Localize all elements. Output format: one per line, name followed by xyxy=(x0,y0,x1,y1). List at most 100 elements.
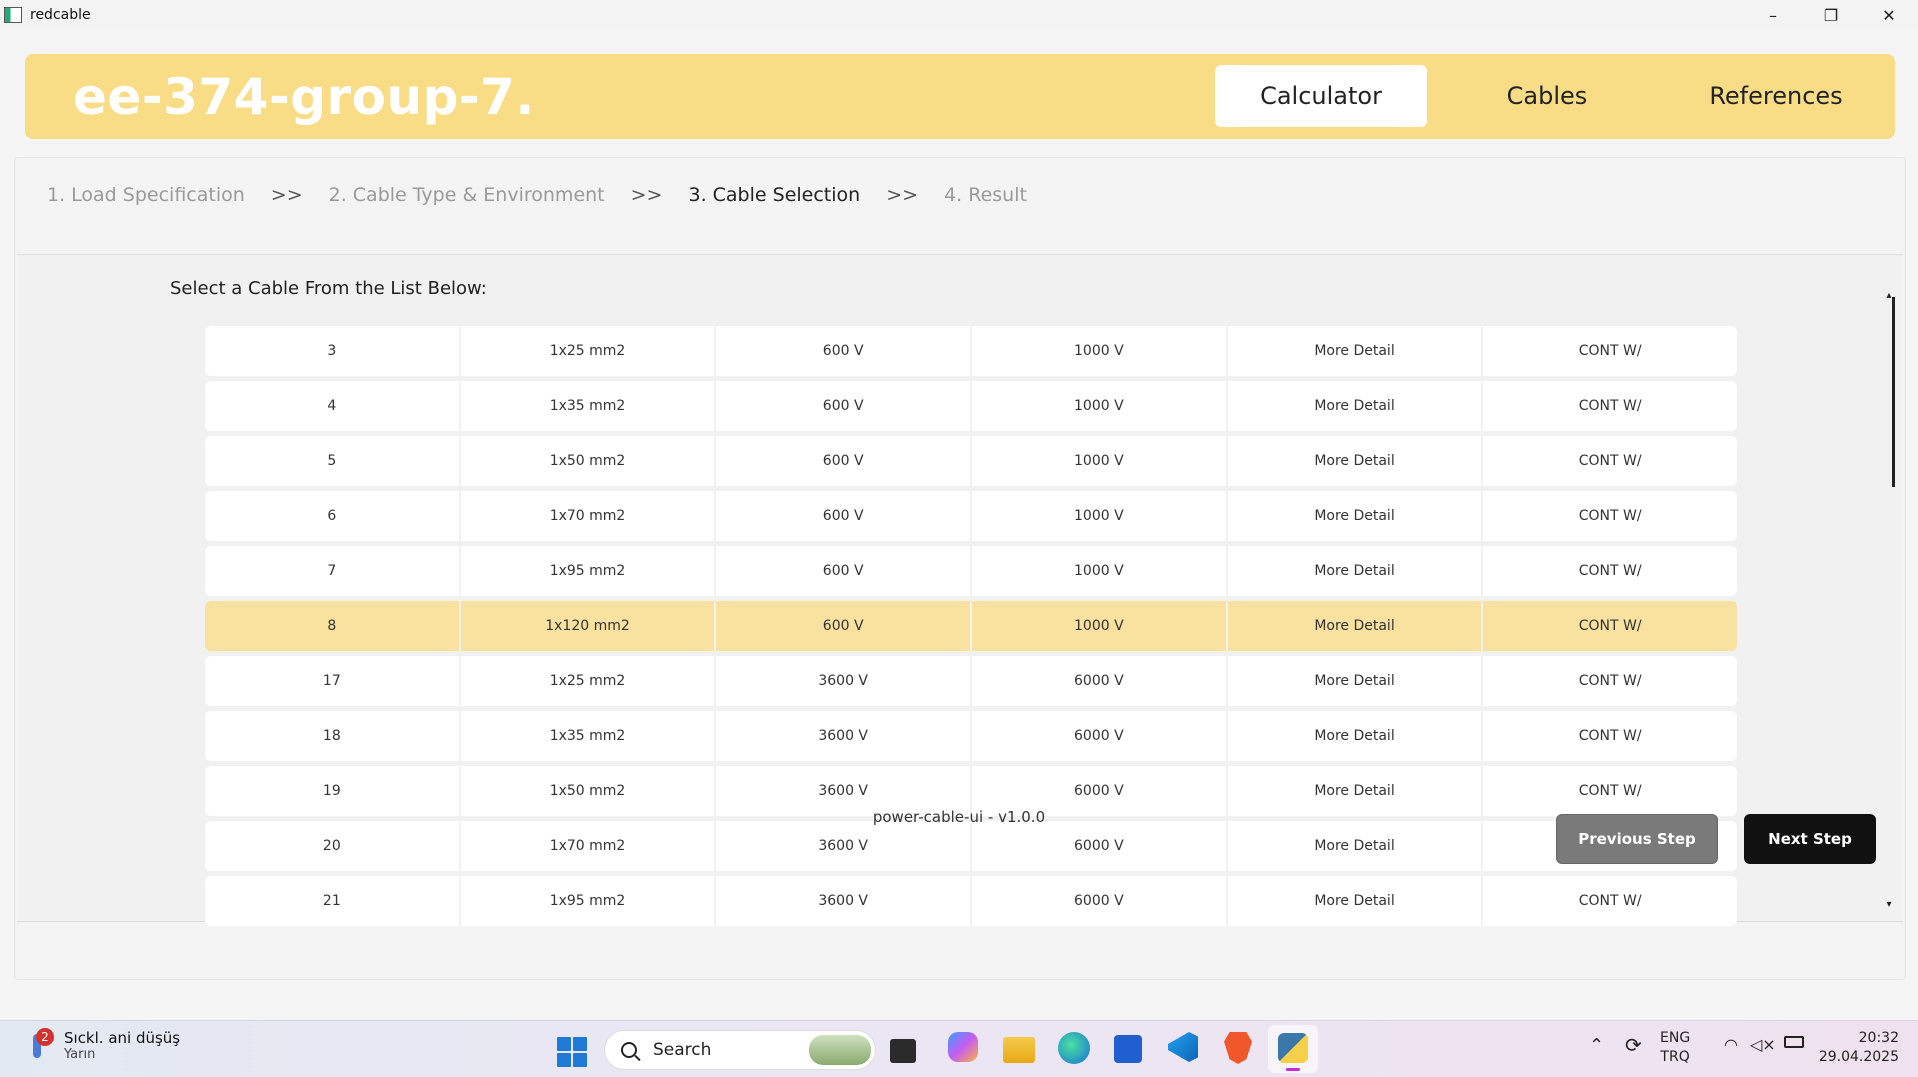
search-icon xyxy=(621,1042,637,1058)
step-cable-selection[interactable]: 3. Cable Selection xyxy=(688,184,860,206)
search-highlight-image xyxy=(809,1035,871,1065)
cross-section-cell: 1x25 mm2 xyxy=(461,326,717,376)
language-code: ENG xyxy=(1660,1030,1691,1046)
windows-taskbar: 2 Sıckl. ani düşüş Yarın Search ⌃ ⟳ ENG … xyxy=(0,1020,1918,1077)
table-row[interactable]: 4 1x35 mm2 600 V 1000 V More Detail CONT W/ xyxy=(205,381,1737,431)
start-icon[interactable] xyxy=(557,1037,587,1067)
brand-title: ee-374-group-7. xyxy=(73,68,535,126)
app-window-icon xyxy=(4,7,22,23)
cable-id-cell: 21 xyxy=(205,876,461,926)
more-detail-link[interactable]: More Detail xyxy=(1228,711,1484,761)
store-icon[interactable] xyxy=(1114,1035,1142,1063)
app-root: ee-374-group-7. Calculator Cables Refere… xyxy=(0,30,1918,1020)
cross-section-cell: 1x95 mm2 xyxy=(461,876,717,926)
table-row[interactable]: 7 1x95 mm2 600 V 1000 V More Detail CONT W/ xyxy=(205,546,1737,596)
window-title: redcable xyxy=(30,7,91,23)
calculator-panel: 1. Load Specification >> 2. Cable Type &… xyxy=(14,157,1906,980)
folder-icon[interactable] xyxy=(1003,1037,1035,1063)
weather-subtitle: Yarın xyxy=(64,1046,96,1062)
step-result[interactable]: 4. Result xyxy=(944,184,1027,206)
rated-voltage-u0-cell: 600 V xyxy=(716,381,973,431)
vscode-icon[interactable] xyxy=(1168,1032,1198,1062)
more-detail-link[interactable]: More Detail xyxy=(1228,326,1484,376)
more-detail-link[interactable]: More Detail xyxy=(1228,546,1484,596)
app-header: ee-374-group-7. Calculator Cables Refere… xyxy=(25,54,1895,139)
file-manager-icon[interactable] xyxy=(890,1039,916,1063)
rated-voltage-u-cell: 6000 V xyxy=(972,876,1228,926)
cross-section-cell: 1x120 mm2 xyxy=(461,601,717,651)
insulation-type-cell: CONT W/ xyxy=(1578,728,1642,744)
nav-references[interactable]: References xyxy=(1667,65,1885,127)
battery-icon[interactable] xyxy=(1784,1036,1804,1048)
rated-voltage-u-cell: 1000 V xyxy=(972,546,1228,596)
wifi-icon[interactable]: ◠ xyxy=(1724,1035,1738,1054)
insulation-type-cell: CONT W/ xyxy=(1578,618,1642,634)
rated-voltage-u-cell: 1000 V xyxy=(972,601,1228,651)
close-icon[interactable]: ✕ xyxy=(1860,0,1918,30)
table-row[interactable]: 18 1x35 mm2 3600 V 6000 V More Detail CONT W/ xyxy=(205,711,1737,761)
insulation-type-cell: CONT W/ xyxy=(1578,398,1642,414)
rated-voltage-u-cell: 1000 V xyxy=(972,436,1228,486)
insulation-type-cell: CONT W/ xyxy=(1578,453,1642,469)
python-app-taskbar-item[interactable] xyxy=(1268,1025,1318,1073)
step-separator: >> xyxy=(270,184,303,206)
more-detail-link[interactable]: More Detail xyxy=(1228,491,1484,541)
table-row[interactable]: 8 1x120 mm2 600 V 1000 V More Detail CONT W/ xyxy=(205,601,1737,651)
more-detail-link[interactable]: More Detail xyxy=(1228,381,1484,431)
copilot-icon[interactable] xyxy=(948,1032,978,1062)
nav-cables[interactable]: Cables xyxy=(1427,65,1667,127)
nav-calculator[interactable]: Calculator xyxy=(1215,65,1427,127)
window-titlebar: redcable – ❐ ✕ xyxy=(0,0,1918,30)
more-detail-link[interactable]: More Detail xyxy=(1228,876,1484,926)
cross-section-cell: 1x95 mm2 xyxy=(461,546,717,596)
keyboard-layout: TRQ xyxy=(1660,1049,1690,1065)
step-load-specification[interactable]: 1. Load Specification xyxy=(47,184,245,206)
brave-icon[interactable] xyxy=(1224,1032,1252,1064)
more-detail-link[interactable]: More Detail xyxy=(1228,436,1484,486)
rated-voltage-u-cell: 6000 V xyxy=(972,711,1228,761)
clock-date: 29.04.2025 xyxy=(1818,1049,1899,1065)
weather-widget[interactable]: 2 Sıckl. ani düşüş Yarın xyxy=(24,1028,180,1062)
step-separator: >> xyxy=(630,184,663,206)
active-indicator xyxy=(1286,1068,1300,1071)
chevron-up-icon[interactable]: ⌃ xyxy=(1589,1035,1604,1056)
rated-voltage-u0-cell: 3600 V xyxy=(716,656,973,706)
edge-icon[interactable] xyxy=(1058,1032,1090,1064)
cable-table: 3 1x25 mm2 600 V 1000 V More Detail CONT W/4 1… xyxy=(205,326,1737,931)
scroll-thumb[interactable] xyxy=(1892,297,1895,487)
rated-voltage-u-cell: 6000 V xyxy=(972,821,1228,871)
clock-time: 20:32 xyxy=(1858,1030,1899,1046)
cross-section-cell: 1x35 mm2 xyxy=(461,381,717,431)
cross-section-cell: 1x50 mm2 xyxy=(461,436,717,486)
cross-section-cell: 1x25 mm2 xyxy=(461,656,717,706)
window-controls: – ❐ ✕ xyxy=(1744,0,1918,30)
rated-voltage-u0-cell: 600 V xyxy=(716,601,973,651)
insulation-type-cell: CONT W/ xyxy=(1578,893,1642,909)
input-language[interactable]: ENG TRQ xyxy=(1660,1029,1690,1067)
table-row[interactable]: 21 1x95 mm2 3600 V 6000 V More Detail CONT W/ xyxy=(205,876,1737,926)
table-row[interactable]: 201x70 mm23600 V6000 VMore DetailCONT W/ xyxy=(205,821,1737,871)
table-row[interactable]: 3 1x25 mm2 600 V 1000 V More Detail CONT W/ xyxy=(205,326,1737,376)
more-detail-link[interactable]: More Detail xyxy=(1228,601,1484,651)
python-app-icon xyxy=(1278,1033,1308,1063)
sync-icon[interactable]: ⟳ xyxy=(1625,1033,1642,1057)
more-detail-link[interactable]: More Detail xyxy=(1228,821,1484,871)
maximize-icon[interactable]: ❐ xyxy=(1802,0,1860,30)
top-nav: Calculator Cables References xyxy=(1215,65,1885,127)
table-row[interactable]: 17 1x25 mm2 3600 V 6000 V More Detail CONT W/ xyxy=(205,656,1737,706)
weather-title: Sıckl. ani düşüş xyxy=(64,1028,181,1047)
rated-voltage-u0-cell: 600 V xyxy=(716,436,973,486)
minimize-icon[interactable]: – xyxy=(1744,0,1802,30)
volume-muted-icon[interactable]: ◁× xyxy=(1750,1035,1776,1054)
app-version: power-cable-ui - v1.0.0 xyxy=(872,808,1046,826)
table-row[interactable]: 5 1x50 mm2 600 V 1000 V More Detail CONT W/ xyxy=(205,436,1737,486)
more-detail-link[interactable]: More Detail xyxy=(1228,656,1484,706)
step-cable-type-environment[interactable]: 2. Cable Type & Environment xyxy=(329,184,605,206)
cable-list-prompt: Select a Cable From the List Below: xyxy=(170,278,487,299)
taskbar-search[interactable]: Search xyxy=(604,1030,876,1070)
scroll-down-icon[interactable]: ▾ xyxy=(1883,900,1895,910)
table-row[interactable]: 6 1x70 mm2 600 V 1000 V More Detail CONT W/ xyxy=(205,491,1737,541)
notification-badge: 2 xyxy=(36,1028,54,1046)
cable-id-cell: 5 xyxy=(205,436,461,486)
system-clock[interactable]: 20:32 29.04.2025 xyxy=(1815,1029,1899,1067)
